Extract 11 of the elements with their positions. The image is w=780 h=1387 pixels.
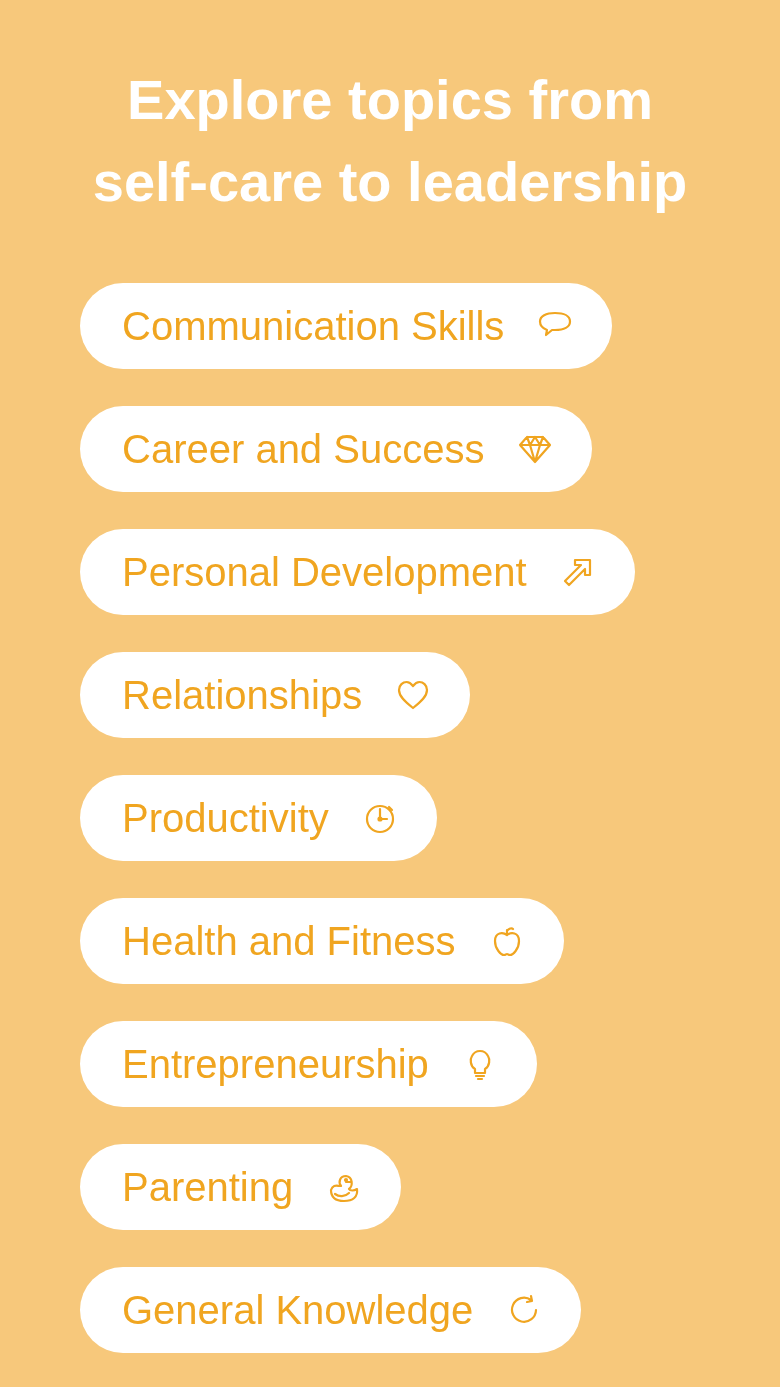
topic-chip[interactable]: Career and Success <box>80 406 593 492</box>
topic-chip[interactable]: General Knowledge <box>80 1267 582 1353</box>
topic-chip[interactable]: Entrepreneurship <box>80 1021 537 1107</box>
topic-chip[interactable]: Communication Skills <box>80 283 613 369</box>
page-heading: Explore topics from self-care to leadership <box>91 67 689 215</box>
heart-icon <box>396 678 431 712</box>
topic-chip[interactable]: Parenting <box>80 1144 402 1230</box>
topic-chip[interactable]: Personal Development <box>80 529 635 615</box>
topic-chip[interactable]: Relationships <box>80 652 471 738</box>
topic-chip[interactable]: Health and Fitness <box>80 898 564 984</box>
topic-chip[interactable]: Productivity <box>80 775 437 861</box>
